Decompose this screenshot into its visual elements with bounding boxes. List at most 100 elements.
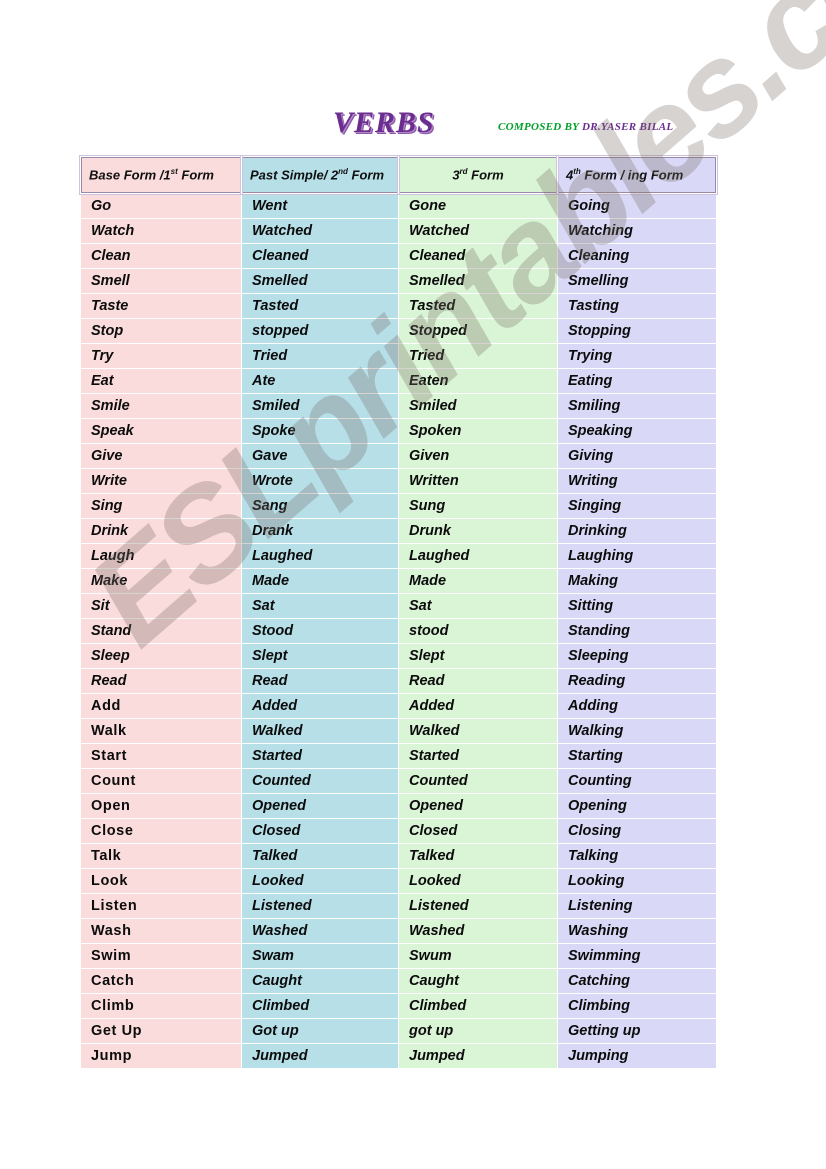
credit-composed-by: COMPOSED BY xyxy=(498,121,580,133)
cell-base-form: Stand xyxy=(81,619,241,643)
cell-third-form: Cleaned xyxy=(399,244,557,268)
cell-ing-form: Drinking xyxy=(558,519,716,543)
column-header-past-simple: Past Simple/ 2nd Form xyxy=(240,155,400,195)
cell-third-form: Talked xyxy=(399,844,557,868)
cell-base-form: Close xyxy=(81,819,241,843)
cell-ing-form: Climbing xyxy=(558,994,716,1018)
cell-third-form: Added xyxy=(399,694,557,718)
cell-base-form: Drink xyxy=(81,519,241,543)
cell-ing-form: Starting xyxy=(558,744,716,768)
cell-past-simple: Read xyxy=(242,669,398,693)
table-body: Go Went Gone Going Watch Watched Watched Watchi… xyxy=(81,194,716,1068)
cell-ing-form: Talking xyxy=(558,844,716,868)
cell-ing-form: Getting up xyxy=(558,1019,716,1043)
cell-ing-form: Smiling xyxy=(558,394,716,418)
table-row: Watch Watched Watched Watching xyxy=(81,219,716,243)
table-row: Clean Cleaned Cleaned Cleaning xyxy=(81,244,716,268)
cell-past-simple: Smelled xyxy=(242,269,398,293)
cell-past-simple: Added xyxy=(242,694,398,718)
table-row: Count Counted Counted Counting xyxy=(81,769,716,793)
cell-third-form: Tried xyxy=(399,344,557,368)
cell-ing-form: Trying xyxy=(558,344,716,368)
cell-past-simple: Got up xyxy=(242,1019,398,1043)
cell-third-form: Counted xyxy=(399,769,557,793)
cell-base-form: Get Up xyxy=(81,1019,241,1043)
cell-past-simple: Spoke xyxy=(242,419,398,443)
cell-past-simple: Sang xyxy=(242,494,398,518)
cell-past-simple: Tried xyxy=(242,344,398,368)
column-header-base-form: Base Form /1st Form xyxy=(79,155,243,195)
cell-ing-form: Reading xyxy=(558,669,716,693)
cell-third-form: Opened xyxy=(399,794,557,818)
cell-past-simple: Slept xyxy=(242,644,398,668)
cell-ing-form: Standing xyxy=(558,619,716,643)
cell-ing-form: Cleaning xyxy=(558,244,716,268)
cell-past-simple: Walked xyxy=(242,719,398,743)
cell-ing-form: Counting xyxy=(558,769,716,793)
cell-third-form: Made xyxy=(399,569,557,593)
cell-third-form: Eaten xyxy=(399,369,557,393)
cell-ing-form: Listening xyxy=(558,894,716,918)
cell-third-form: Walked xyxy=(399,719,557,743)
table-row: Close Closed Closed Closing xyxy=(81,819,716,843)
table-row: Jump Jumped Jumped Jumping xyxy=(81,1044,716,1068)
table-row: Open Opened Opened Opening xyxy=(81,794,716,818)
cell-third-form: Slept xyxy=(399,644,557,668)
table-row: Start Started Started Starting xyxy=(81,744,716,768)
cell-third-form: stood xyxy=(399,619,557,643)
cell-base-form: Laugh xyxy=(81,544,241,568)
cell-past-simple: stopped xyxy=(242,319,398,343)
cell-ing-form: Laughing xyxy=(558,544,716,568)
table-row: Sleep Slept Slept Sleeping xyxy=(81,644,716,668)
cell-base-form: Smile xyxy=(81,394,241,418)
table-row: Talk Talked Talked Talking xyxy=(81,844,716,868)
cell-base-form: Sit xyxy=(81,594,241,618)
cell-base-form: Eat xyxy=(81,369,241,393)
cell-ing-form: Catching xyxy=(558,969,716,993)
page-title: VERBS xyxy=(333,106,435,139)
cell-base-form: Make xyxy=(81,569,241,593)
cell-ing-form: Swimming xyxy=(558,944,716,968)
cell-third-form: Closed xyxy=(399,819,557,843)
table-row: Try Tried Tried Trying xyxy=(81,344,716,368)
cell-past-simple: Stood xyxy=(242,619,398,643)
table-row: Listen Listened Listened Listening xyxy=(81,894,716,918)
table-row: Speak Spoke Spoken Speaking xyxy=(81,419,716,443)
cell-ing-form: Opening xyxy=(558,794,716,818)
cell-past-simple: Started xyxy=(242,744,398,768)
cell-third-form: Drunk xyxy=(399,519,557,543)
cell-past-simple: Sat xyxy=(242,594,398,618)
cell-ing-form: Jumping xyxy=(558,1044,716,1068)
cell-ing-form: Watching xyxy=(558,219,716,243)
table-row: Laugh Laughed Laughed Laughing xyxy=(81,544,716,568)
table-row: Climb Climbed Climbed Climbing xyxy=(81,994,716,1018)
column-header-third-form: 3rd Form xyxy=(397,155,559,195)
cell-base-form: Give xyxy=(81,444,241,468)
table-row: Drink Drank Drunk Drinking xyxy=(81,519,716,543)
cell-past-simple: Went xyxy=(242,194,398,218)
cell-base-form: Watch xyxy=(81,219,241,243)
cell-third-form: got up xyxy=(399,1019,557,1043)
table-row: Wash Washed Washed Washing xyxy=(81,919,716,943)
worksheet-header: VERBS COMPOSED BY DR.YASER BILAL xyxy=(0,0,826,150)
cell-third-form: Jumped xyxy=(399,1044,557,1068)
cell-third-form: Laughed xyxy=(399,544,557,568)
cell-base-form: Wash xyxy=(81,919,241,943)
cell-ing-form: Looking xyxy=(558,869,716,893)
cell-third-form: Sat xyxy=(399,594,557,618)
table-row: Add Added Added Adding xyxy=(81,694,716,718)
cell-base-form: Sleep xyxy=(81,644,241,668)
cell-base-form: Start xyxy=(81,744,241,768)
cell-base-form: Walk xyxy=(81,719,241,743)
cell-base-form: Climb xyxy=(81,994,241,1018)
cell-past-simple: Gave xyxy=(242,444,398,468)
cell-ing-form: Eating xyxy=(558,369,716,393)
cell-third-form: Read xyxy=(399,669,557,693)
cell-past-simple: Closed xyxy=(242,819,398,843)
cell-ing-form: Sleeping xyxy=(558,644,716,668)
table-row: Read Read Read Reading xyxy=(81,669,716,693)
credit-author-name: DR.YASER BILAL xyxy=(581,121,674,133)
cell-past-simple: Listened xyxy=(242,894,398,918)
table-row: Make Made Made Making xyxy=(81,569,716,593)
verbs-table: Base Form /1st Form Past Simple/ 2nd For… xyxy=(79,155,718,1069)
